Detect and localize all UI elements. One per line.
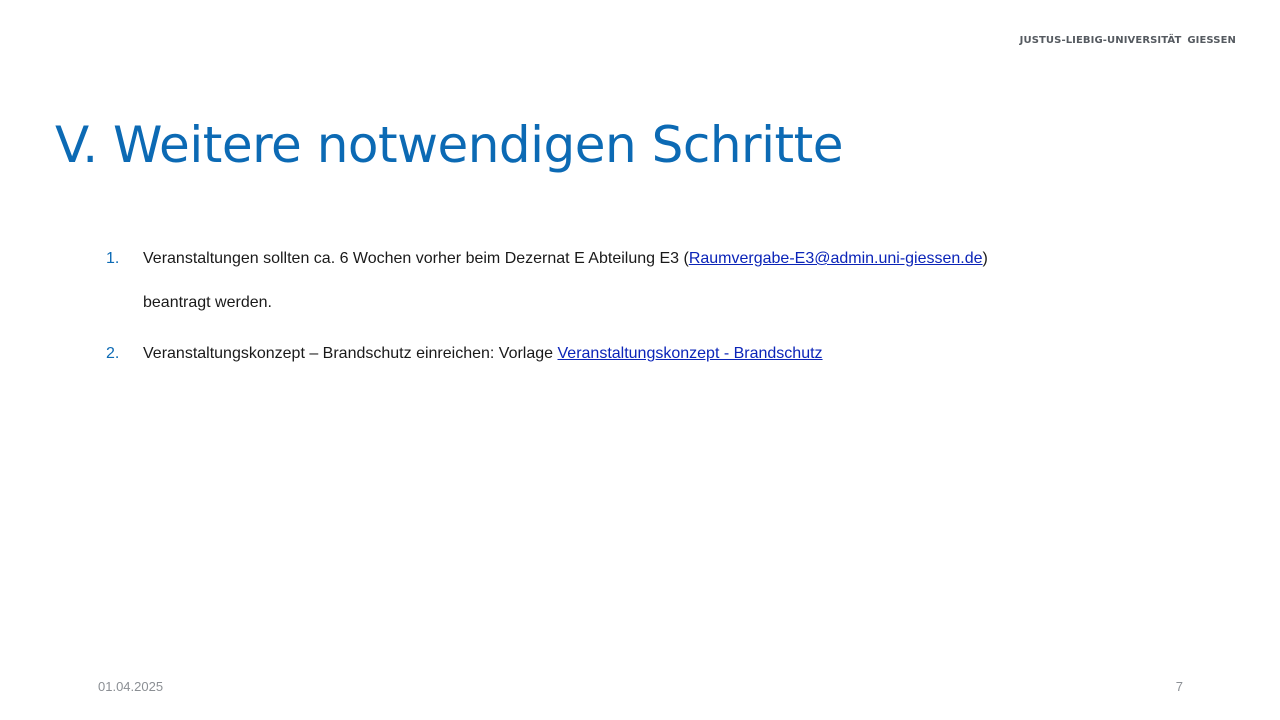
footer-date: 01.04.2025 <box>98 679 164 694</box>
steps-list: 1. Veranstaltungen sollten ca. 6 Wochen … <box>106 250 988 363</box>
step-number-1: 1. <box>106 250 120 267</box>
slide-title: V. Weitere notwendigen Schritte <box>55 116 843 174</box>
step-text-2: Veranstaltungskonzept – Brandschutz einr… <box>143 345 823 362</box>
university-name: JUSTUS-LIEBIG-UNIVERSITÄT <box>1019 35 1182 46</box>
step-item-2: 2. Veranstaltungskonzept – Brandschutz e… <box>106 345 988 363</box>
university-logo: JUSTUS-LIEBIG-UNIVERSITÄT GIESSEN <box>1020 35 1236 46</box>
template-link[interactable]: Veranstaltungskonzept - Brandschutz <box>558 345 823 362</box>
step-item-1: 1. Veranstaltungen sollten ca. 6 Wochen … <box>106 250 988 312</box>
email-link[interactable]: Raumvergabe-E3@admin.uni-giessen.de <box>689 250 983 267</box>
step-number-2: 2. <box>106 345 120 362</box>
step-text-2-before: Veranstaltungskonzept – Brandschutz einr… <box>143 345 558 362</box>
page-number: 7 <box>1175 679 1183 694</box>
step-text-1: Veranstaltungen sollten ca. 6 Wochen vor… <box>143 250 988 267</box>
university-city: GIESSEN <box>1187 35 1236 46</box>
step-text-1-before: Veranstaltungen sollten ca. 6 Wochen vor… <box>143 250 689 267</box>
step-text-1-continuation: beantragt werden. <box>143 294 272 311</box>
step-text-1-after: ) <box>982 250 988 267</box>
